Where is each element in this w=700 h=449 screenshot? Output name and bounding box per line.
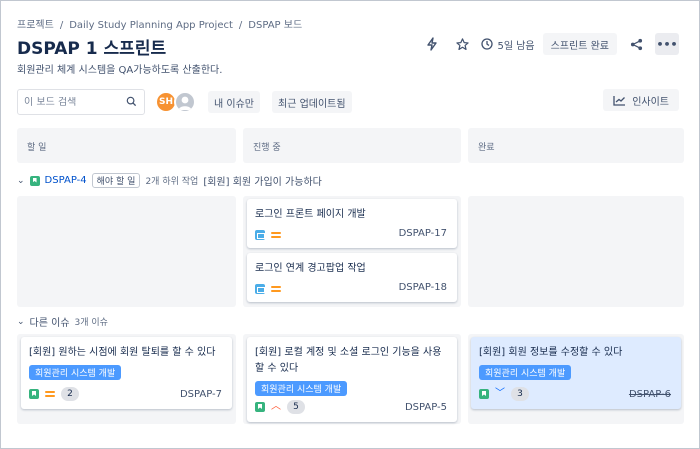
more-actions-button[interactable]: ••• (655, 33, 679, 55)
priority-medium-icon (271, 285, 281, 293)
chevron-down-icon[interactable]: ⌄ (17, 176, 25, 186)
swimlane-other-issues[interactable]: ⌄ 다른 이슈 3개 이슈 (17, 314, 108, 330)
column-in-progress: 진행 중 (243, 128, 461, 163)
story-icon (479, 389, 489, 399)
swimlane-summary: [회원] 회원 가입이 가능하다 (203, 177, 322, 188)
subtask-count: 2개 하위 작업 (145, 177, 199, 187)
subtask-card[interactable]: 로그인 프론트 페이지 개발 DSPAP-17 (247, 199, 457, 248)
recent-updates-filter[interactable]: 최근 업데이트됨 (272, 91, 352, 113)
insight-button[interactable]: 인사이트 (603, 89, 679, 111)
card-title: [회원] 로컬 계정 및 소셜 로그인 기능을 사용할 수 있다 (255, 347, 442, 374)
board-toolbar: SH 내 이슈만 최근 업데이트됨 인사이트 (17, 89, 679, 115)
my-issues-filter[interactable]: 내 이슈만 (208, 91, 260, 113)
breadcrumb-projects[interactable]: 프로젝트 (17, 20, 54, 31)
card-issue-key: DSPAP-7 (179, 389, 222, 400)
chevron-down-icon[interactable]: ⌄ (17, 317, 25, 327)
story-points-badge: 2 (61, 387, 79, 401)
priority-medium-icon (45, 390, 55, 398)
lightning-icon (427, 37, 438, 51)
share-button[interactable] (625, 33, 647, 55)
search-input[interactable] (24, 96, 124, 108)
breadcrumb-separator: / (238, 20, 243, 31)
card-footer (255, 230, 281, 240)
subtask-icon (255, 284, 265, 294)
lane-story-done (468, 196, 684, 307)
breadcrumb-board[interactable]: DSPAP 보드 (248, 20, 302, 31)
card-issue-key: DSPAP-5 (404, 402, 447, 413)
share-icon (630, 38, 642, 50)
epic-label: 회원관리 시스템 개발 (29, 365, 122, 380)
priority-medium-icon (271, 231, 281, 239)
breadcrumb-separator: / (59, 20, 64, 31)
story-points-badge: 5 (287, 400, 305, 414)
insight-label: 인사이트 (632, 96, 669, 108)
column-todo: 할 일 (17, 128, 236, 163)
card-footer: ﹀ 3 (479, 387, 529, 401)
page-title: DSPAP 1 스프린트 (17, 39, 167, 59)
priority-low-icon: ﹀ (495, 388, 505, 399)
search-box (17, 89, 145, 115)
complete-sprint-button[interactable]: 스프린트 완료 (542, 33, 617, 55)
clock-icon (481, 38, 494, 50)
epic-label: 회원관리 시스템 개발 (479, 365, 572, 380)
card-footer: ︿ 5 (255, 400, 305, 414)
priority-high-icon: ︿ (271, 401, 281, 412)
story-points-badge: 3 (511, 387, 529, 401)
card-title: 로그인 연계 경고팝업 작업 (255, 263, 366, 274)
status-badge[interactable]: 해야 할 일 (91, 173, 141, 188)
story-icon (29, 175, 40, 186)
card-issue-key: DSPAP-6 (628, 389, 671, 400)
issue-card[interactable]: [회원] 원하는 시점에 회원 탈퇴를 할 수 있다 회원관리 시스템 개발 2… (21, 337, 232, 409)
avatar-unassigned[interactable] (174, 91, 196, 113)
card-title: [회원] 회원 정보를 수정할 수 있다 (479, 347, 623, 358)
board-window: 프로젝트 / Daily Study Planning App Project / DS… (0, 0, 700, 449)
epic-label: 회원관리 시스템 개발 (255, 381, 348, 396)
story-icon (255, 402, 265, 412)
swimlane-label: 다른 이슈 (29, 318, 70, 329)
swimlane-story[interactable]: ⌄ DSPAP-4 해야 할 일 2개 하위 작업 [회원] 회원 가입이 가능… (17, 173, 322, 188)
card-footer: 2 (29, 387, 79, 401)
breadcrumb: 프로젝트 / Daily Study Planning App Project / DS… (17, 16, 302, 31)
user-icon (178, 96, 192, 110)
card-footer (255, 284, 281, 294)
swimlane-issue-key[interactable]: DSPAP-4 (45, 175, 87, 186)
card-issue-key: DSPAP-18 (398, 282, 447, 293)
card-title: [회원] 원하는 시점에 회원 탈퇴를 할 수 있다 (29, 347, 216, 358)
issue-card-selected[interactable]: [회원] 회원 정보를 수정할 수 있다 회원관리 시스템 개발 ﹀ 3 DSP… (471, 337, 681, 409)
column-done: 완료 (468, 128, 684, 163)
subtask-card[interactable]: 로그인 연계 경고팝업 작업 DSPAP-18 (247, 253, 457, 302)
automation-button[interactable] (421, 33, 443, 55)
header-actions: 5일 남음 스프린트 완료 ••• (421, 33, 679, 55)
star-button[interactable] (451, 33, 473, 55)
card-issue-key: DSPAP-17 (398, 228, 447, 239)
chart-trend-icon (613, 95, 626, 106)
story-icon (29, 389, 39, 399)
lane-story-todo (17, 196, 236, 307)
subtask-icon (255, 230, 265, 240)
days-remaining: 5일 남음 (481, 37, 535, 52)
breadcrumb-project[interactable]: Daily Study Planning App Project (69, 20, 233, 31)
issue-card[interactable]: [회원] 로컬 계정 및 소셜 로그인 기능을 사용할 수 있다 회원관리 시스… (247, 337, 457, 422)
days-remaining-label: 5일 남음 (497, 40, 535, 52)
card-title: 로그인 프론트 페이지 개발 (255, 209, 366, 220)
sprint-goal: 회원관리 체계 시스템을 QA가능하도록 산출한다. (17, 65, 223, 76)
search-icon (126, 96, 137, 107)
star-icon (456, 37, 469, 50)
issue-count: 3개 이슈 (74, 318, 108, 328)
